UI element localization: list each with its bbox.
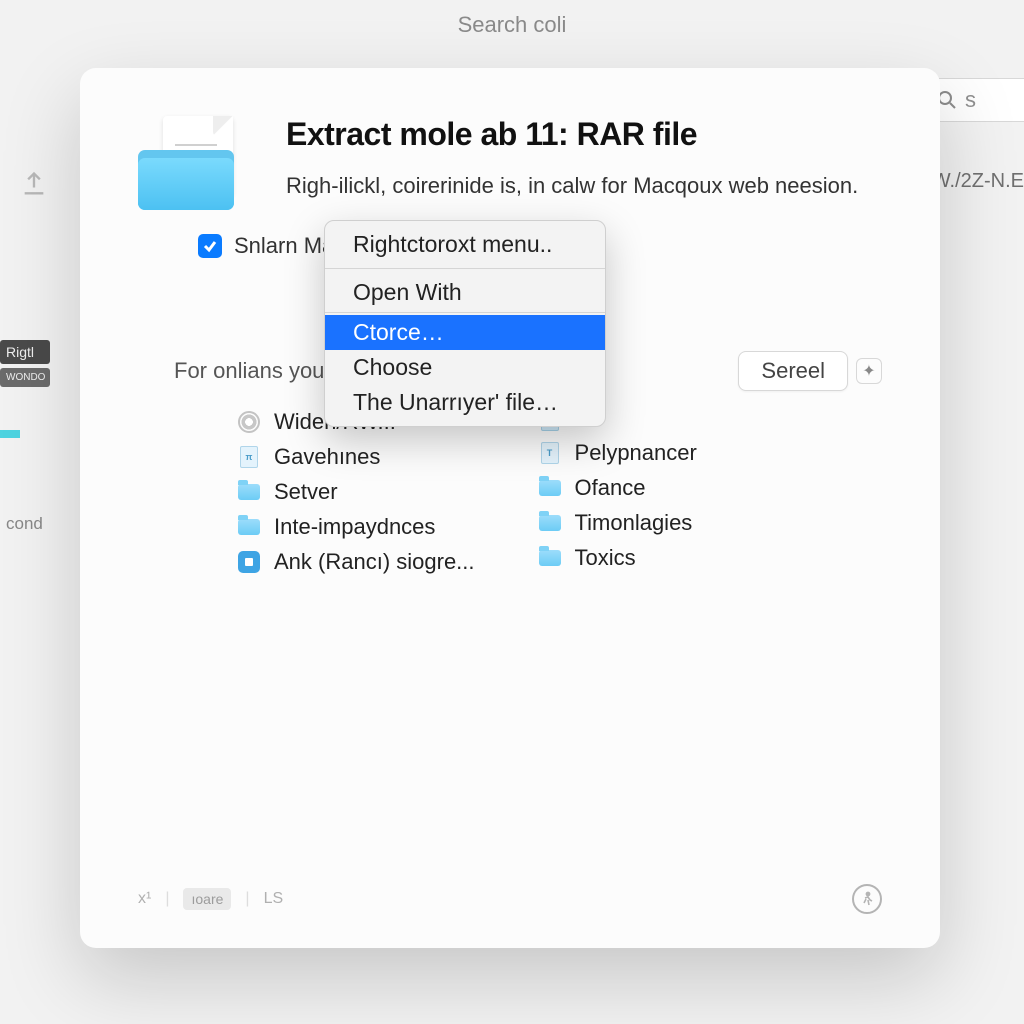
file-item[interactable]: Ank (Rancı) siogre...	[238, 549, 475, 575]
sereel-button[interactable]: Sereel	[738, 351, 848, 391]
file-item[interactable]: Toxics	[539, 545, 697, 571]
file-label: Toxics	[575, 545, 636, 571]
right-edge-text: W./2Z-N.E	[932, 170, 1024, 193]
snlarn-checkbox[interactable]	[198, 234, 222, 258]
dialog-footer: x¹ | ıoare | LS	[138, 884, 882, 914]
footer-ls[interactable]: LS	[264, 890, 284, 908]
file-list-left: Widen/RW... πGavehınes Setver Inte-impay…	[238, 409, 475, 575]
folder-document-icon	[138, 116, 238, 211]
context-menu-item-unarriver[interactable]: The Unarrıyer' file…	[325, 385, 605, 420]
left-panel-rightl[interactable]: Rigtl	[0, 340, 50, 364]
context-menu-item-choose[interactable]: Choose	[325, 350, 605, 385]
wand-icon[interactable]: ✦	[856, 358, 882, 384]
file-label: Timonlagies	[575, 510, 693, 536]
gear-icon	[238, 411, 260, 433]
context-menu-item-open-with[interactable]: Open With	[325, 275, 605, 310]
top-search-placeholder[interactable]: Search coli	[0, 12, 1024, 38]
doc-icon: T	[539, 442, 561, 464]
search-icon	[937, 90, 957, 110]
person-run-icon[interactable]	[852, 884, 882, 914]
footer-chip[interactable]: ıoare	[183, 888, 231, 910]
dialog-title: Extract mole ab 11: RAR file	[286, 116, 882, 153]
context-menu-separator	[325, 312, 605, 313]
sidebar-accent	[0, 430, 20, 438]
context-menu-separator	[325, 268, 605, 269]
search-right-text: s	[965, 87, 976, 113]
file-item[interactable]: Setver	[238, 479, 475, 505]
left-cond-label: cond	[0, 508, 49, 540]
file-item[interactable]: Inte-impaydnces	[238, 514, 475, 540]
file-item[interactable]: T Pelypnancer	[539, 440, 697, 466]
file-item[interactable]: Timonlagies	[539, 510, 697, 536]
file-label: Pelypnancer	[575, 440, 697, 466]
folder-icon	[539, 547, 561, 569]
file-item[interactable]: Ofance	[539, 475, 697, 501]
file-label: Ofance	[575, 475, 646, 501]
app-icon	[238, 551, 260, 573]
dialog-subtitle: Righ-ilickl, coirerinide is, in calw for…	[286, 169, 882, 202]
file-label: Gavehınes	[274, 444, 380, 470]
file-label: Inte-impaydnces	[274, 514, 435, 540]
left-panel-wondo[interactable]: WONDO	[0, 368, 50, 387]
folder-icon	[539, 477, 561, 499]
doc-icon: π	[238, 446, 260, 468]
folder-icon	[238, 481, 260, 503]
file-item[interactable]: π Gavehınes	[238, 444, 475, 470]
folder-icon	[238, 516, 260, 538]
folder-icon	[539, 512, 561, 534]
footer-x-icon[interactable]: x¹	[138, 890, 151, 908]
context-menu: Rightctoroxt menu.. Open With Ctorce… Ch…	[324, 220, 606, 427]
context-menu-item[interactable]: Rightctoroxt menu..	[325, 227, 605, 262]
dialog-window: Extract mole ab 11: RAR file Righ-ilickl…	[80, 68, 940, 948]
file-list-right: T Pelypnancer Ofance Timonlagies Toxics	[539, 409, 697, 575]
file-label: Setver	[274, 479, 338, 505]
file-label: Ank (Rancı) siogre...	[274, 549, 475, 575]
context-menu-item-highlighted[interactable]: Ctorce…	[325, 315, 605, 350]
